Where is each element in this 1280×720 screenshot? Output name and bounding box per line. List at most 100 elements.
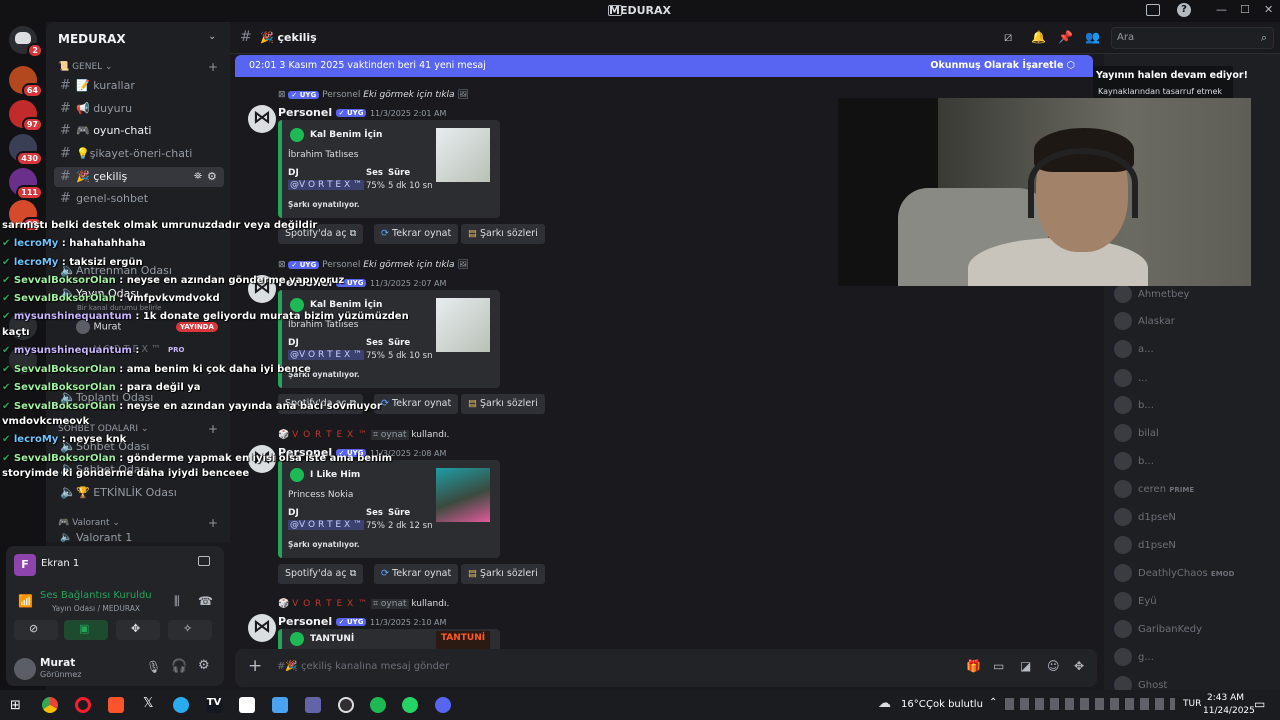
username[interactable]: Murat xyxy=(40,657,75,669)
album-art[interactable] xyxy=(436,298,490,352)
maximize-button[interactable]: ☐ xyxy=(1240,3,1250,16)
soundboard-button[interactable]: ✧ xyxy=(168,620,212,640)
album-art[interactable] xyxy=(436,468,490,522)
app-icon[interactable] xyxy=(272,697,288,713)
telegram-icon[interactable] xyxy=(173,697,189,713)
obs-icon[interactable] xyxy=(338,697,354,713)
inbox-icon[interactable] xyxy=(1146,4,1160,16)
member-item[interactable]: Ahmetbey xyxy=(1114,284,1189,306)
category-valorant[interactable]: 🎮 Valorant ⌄ xyxy=(58,518,120,528)
chevron-down-icon[interactable]: ⌄ xyxy=(208,31,216,42)
channel-kurallar[interactable]: # 📝 kurallar xyxy=(54,76,224,96)
member-item[interactable]: GaribanKedy xyxy=(1114,619,1202,641)
reply-line[interactable]: ⊠ ✓ UYG Personel Eki görmek için tıkla 🖼 xyxy=(278,90,469,100)
member-item[interactable]: DeathlyChaos EMOD xyxy=(1114,563,1234,585)
gift-icon[interactable]: 🎁 xyxy=(966,659,981,673)
capcut-icon[interactable] xyxy=(239,697,255,713)
help-icon[interactable]: ? xyxy=(1177,3,1191,17)
lyrics-button[interactable]: ▤ Şarkı sözleri xyxy=(461,564,545,584)
weather-temp[interactable]: 16°C xyxy=(901,699,926,710)
voice-etkinlik[interactable]: 🔈 🏆 ETKİNLİK Odası xyxy=(54,483,224,503)
weather-desc[interactable]: Çok bulutlu xyxy=(926,699,983,710)
lyrics-button[interactable]: ▤ Şarkı sözleri xyxy=(461,224,545,244)
avatar[interactable] xyxy=(14,658,36,680)
album-art[interactable]: TANTUNİ xyxy=(436,631,490,649)
song-title[interactable]: Kal Benim İçin xyxy=(310,300,382,310)
members-icon[interactable]: 👥 xyxy=(1085,30,1100,44)
settings-icon[interactable]: ⚙ xyxy=(198,658,210,673)
song-title[interactable]: TANTUNİ xyxy=(310,634,354,644)
minimize-button[interactable]: — xyxy=(1216,3,1227,16)
x-icon[interactable]: 𝕏 xyxy=(143,696,153,711)
notification-icon[interactable]: ▭ xyxy=(1254,697,1265,711)
member-item[interactable]: d1pseN xyxy=(1114,507,1176,529)
new-messages-banner[interactable]: 02:01 3 Kasım 2025 vaktinden beri 41 yen… xyxy=(235,55,1093,77)
gif-icon[interactable]: ▭ xyxy=(993,659,1004,673)
lyrics-button[interactable]: ▤ Şarkı sözleri xyxy=(461,394,545,414)
member-item[interactable]: Alaskar xyxy=(1114,311,1175,333)
member-item[interactable]: g... xyxy=(1114,647,1154,669)
member-item[interactable]: ceren PRIME xyxy=(1114,479,1194,501)
spotify-button[interactable]: Spotify'da aç ⧉ xyxy=(278,564,364,584)
member-item[interactable]: bilal xyxy=(1114,423,1159,445)
server-name[interactable]: MEDURAX xyxy=(58,32,126,46)
disconnect-icon[interactable]: ☎ xyxy=(198,594,213,608)
language-indicator[interactable]: TUR xyxy=(1183,699,1201,709)
add-channel-icon[interactable]: + xyxy=(208,60,218,74)
album-art[interactable] xyxy=(436,128,490,182)
channel-duyuru[interactable]: # 📢 duyuru xyxy=(54,99,224,119)
song-title[interactable]: Kal Benim İçin xyxy=(310,130,382,140)
dj-mention[interactable]: @V O R T E X ™ xyxy=(288,350,365,360)
clock-time[interactable]: 2:43 AM xyxy=(1207,693,1244,703)
channel-sikayet[interactable]: # 💡şikayet-öneri-chati xyxy=(54,144,224,164)
sticker-icon[interactable]: ◪ xyxy=(1020,659,1031,673)
apps-icon[interactable]: ✥ xyxy=(1074,659,1084,673)
opera-icon[interactable] xyxy=(75,697,91,713)
mark-as-read-button[interactable]: Okunmuş Olarak İşaretle ⬡ xyxy=(930,55,1075,77)
author[interactable]: Personel xyxy=(278,106,332,119)
member-item[interactable]: a... xyxy=(1114,339,1154,361)
search-input-box[interactable]: Ara ⌕ xyxy=(1111,27,1274,49)
author[interactable]: Personel xyxy=(278,615,332,628)
reply-line[interactable]: 🎲 V O R T E X ™ ⌗ oynat kullandı. xyxy=(278,430,449,440)
invite-icon[interactable]: ⛯ xyxy=(194,171,202,182)
home-button[interactable]: 2 xyxy=(9,26,43,58)
avatar[interactable] xyxy=(248,105,276,133)
replay-button[interactable]: ⟳ Tekrar oynat xyxy=(374,394,459,414)
voice-status[interactable]: Ses Bağlantısı Kuruldu xyxy=(40,590,152,601)
spotify-taskbar-icon[interactable] xyxy=(370,697,386,713)
song-title[interactable]: I Like Him xyxy=(310,470,360,480)
replay-button[interactable]: ⟳ Tekrar oynat xyxy=(374,224,459,244)
activities-button[interactable]: ✥ xyxy=(116,620,160,640)
reply-line[interactable]: 🎲 V O R T E X ™ ⌗ oynat kullandı. xyxy=(278,599,449,609)
server-icon[interactable]: 111 xyxy=(9,168,43,200)
channel-genel-sohbet[interactable]: # genel-sohbet xyxy=(54,189,224,209)
replay-button[interactable]: ⟳ Tekrar oynat xyxy=(374,564,459,584)
popout-icon[interactable] xyxy=(198,556,210,566)
add-channel-icon[interactable]: + xyxy=(208,422,218,436)
channel-oyun-chati[interactable]: # 🎮 oyun-chati xyxy=(54,121,224,141)
tray-chevron-icon[interactable]: ⌃ xyxy=(989,697,997,708)
category-genel[interactable]: 📜 GENEL ⌄ xyxy=(58,62,113,72)
voice-user-murat[interactable]: Murat YAYINDA xyxy=(76,320,226,336)
teams-icon[interactable] xyxy=(305,697,321,713)
brave-icon[interactable] xyxy=(108,697,124,713)
windows-start-icon[interactable]: ⊞ xyxy=(10,698,21,713)
message-input[interactable]: #🎉 çekiliş kanalına mesaj gönder xyxy=(277,661,449,672)
gear-icon[interactable]: ⚙ xyxy=(207,170,217,183)
screen-share-button[interactable]: ▣ xyxy=(64,620,108,640)
microphone-icon[interactable]: 🎙 xyxy=(146,660,161,674)
soundboard-icon[interactable]: ⫼ xyxy=(174,594,180,609)
member-item[interactable]: b... xyxy=(1114,451,1154,473)
emoji-icon[interactable]: ☺ xyxy=(1047,659,1060,673)
add-channel-icon[interactable]: + xyxy=(208,516,218,530)
reply-line[interactable]: ⊠ ✓ UYG Personel Eki görmek için tıkla 🖼 xyxy=(278,260,469,270)
pin-icon[interactable]: 📌 xyxy=(1058,30,1073,44)
camera-button[interactable]: ⊘ xyxy=(14,620,58,640)
bell-icon[interactable]: 🔔 xyxy=(1031,30,1046,44)
member-item[interactable]: Eyü xyxy=(1114,591,1157,613)
whatsapp-icon[interactable] xyxy=(402,697,418,713)
voice-valorant-1[interactable]: 🔈 Valorant 1 xyxy=(54,532,224,544)
search-input[interactable]: Ara xyxy=(1117,32,1134,43)
discord-taskbar-icon[interactable] xyxy=(435,697,451,713)
